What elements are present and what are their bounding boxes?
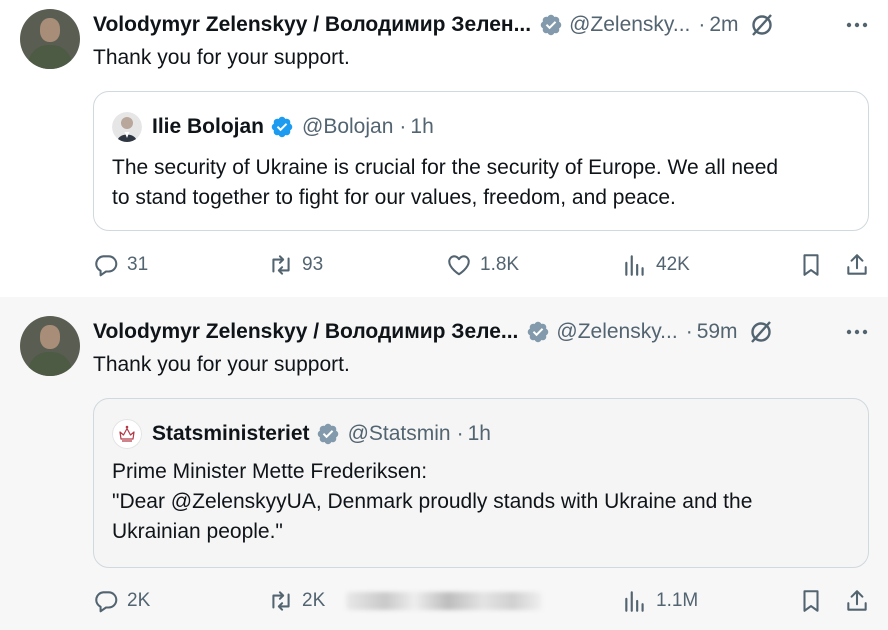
tweet-header: Volodymyr Zelenskyy / Володимир Зелен...… xyxy=(93,10,888,40)
more-icon[interactable] xyxy=(846,14,868,36)
crown-icon[interactable] xyxy=(112,419,142,449)
blurred-like-region xyxy=(346,592,542,610)
views-button[interactable]: 1.1M xyxy=(622,586,698,616)
separator: · xyxy=(685,320,693,343)
quoted-tweet-header: Statsministeriet @Statsmin · 1h xyxy=(112,419,491,449)
bookmark-icon xyxy=(803,590,819,612)
quoted-text-line: "Dear @ZelenskyyUA, Denmark proudly stan… xyxy=(112,490,753,513)
bookmark-icon xyxy=(803,254,819,276)
reply-button[interactable]: 31 xyxy=(93,250,148,280)
views-count: 1.1M xyxy=(656,590,699,611)
quoted-tweet[interactable]: Ilie Bolojan @Bolojan · 1h The security … xyxy=(93,91,869,231)
tweet[interactable]: Volodymyr Zelenskyy / Володимир Зеле... … xyxy=(0,297,888,630)
repost-button[interactable]: 2K xyxy=(268,586,325,616)
avatar[interactable] xyxy=(20,9,80,69)
quoted-author-name[interactable]: Statsministeriet xyxy=(152,422,310,446)
quoted-timestamp[interactable]: 1h xyxy=(468,422,491,446)
tweet-header: Volodymyr Zelenskyy / Володимир Зеле... … xyxy=(93,317,888,347)
share-icon xyxy=(847,254,867,275)
separator: · xyxy=(698,13,706,36)
views-icon xyxy=(625,591,644,612)
reply-icon xyxy=(95,591,118,613)
repost-button[interactable]: 93 xyxy=(268,250,323,280)
verified-badge-icon[interactable] xyxy=(316,422,340,446)
quoted-timestamp[interactable]: 1h xyxy=(410,115,433,139)
like-icon xyxy=(448,255,470,276)
repost-icon xyxy=(272,255,290,275)
action-bar: 31 93 1.8K 42K xyxy=(0,250,888,280)
views-button[interactable]: 42K xyxy=(622,250,690,280)
action-bar: 2K 2K 1.1M xyxy=(0,586,888,616)
repost-count: 2K xyxy=(302,590,326,611)
quoted-author-handle[interactable]: @Statsmin xyxy=(348,422,451,446)
author-handle[interactable]: @Zelensky... xyxy=(556,320,677,344)
reply-button[interactable]: 2K xyxy=(93,586,150,616)
verified-badge-icon[interactable] xyxy=(526,320,550,344)
share-button[interactable] xyxy=(844,586,870,616)
timestamp[interactable]: 2m xyxy=(709,13,738,37)
quoted-text-line: The security of Ukraine is crucial for t… xyxy=(112,156,779,179)
bookmark-button[interactable] xyxy=(798,250,824,280)
quoted-author-handle[interactable]: @Bolojan xyxy=(302,115,393,139)
reply-icon xyxy=(95,255,118,277)
quoted-author-name[interactable]: Ilie Bolojan xyxy=(152,115,264,139)
quoted-author-avatar[interactable] xyxy=(112,112,142,142)
tweet[interactable]: Volodymyr Zelenskyy / Володимир Зелен...… xyxy=(0,0,888,297)
quoted-text-line: to stand together to fight for our value… xyxy=(112,186,676,209)
repost-count: 93 xyxy=(302,254,324,275)
timestamp[interactable]: 59m xyxy=(697,320,738,344)
share-icon xyxy=(847,590,867,611)
repost-icon xyxy=(272,591,290,611)
views-icon xyxy=(625,255,644,276)
quoted-tweet[interactable]: Statsministeriet @Statsmin · 1h Prime Mi… xyxy=(93,398,869,568)
tweet-text: Thank you for your support. xyxy=(93,46,350,69)
quoted-text-line: Prime Minister Mette Frederiksen: xyxy=(112,460,428,483)
views-count: 42K xyxy=(656,254,690,275)
avatar[interactable] xyxy=(20,316,80,376)
separator: · xyxy=(399,115,407,138)
bookmark-button[interactable] xyxy=(798,586,824,616)
grok-icon[interactable] xyxy=(748,319,774,345)
author-handle[interactable]: @Zelensky... xyxy=(569,13,690,37)
like-button[interactable]: 1.8K xyxy=(446,250,519,280)
verified-badge-icon[interactable] xyxy=(539,13,563,37)
reply-count: 31 xyxy=(127,254,149,275)
reply-count: 2K xyxy=(127,590,151,611)
quoted-tweet-header: Ilie Bolojan @Bolojan · 1h xyxy=(112,112,434,142)
like-count: 1.8K xyxy=(480,254,520,275)
grok-icon[interactable] xyxy=(749,12,775,38)
share-button[interactable] xyxy=(844,250,870,280)
author-name[interactable]: Volodymyr Zelenskyy / Володимир Зелен... xyxy=(93,13,531,37)
tweet-text: Thank you for your support. xyxy=(93,353,350,376)
quoted-text-line: Ukrainian people." xyxy=(112,520,283,543)
separator: · xyxy=(456,422,464,445)
more-icon[interactable] xyxy=(846,321,868,343)
verified-badge-icon[interactable] xyxy=(270,115,294,139)
author-name[interactable]: Volodymyr Zelenskyy / Володимир Зеле... xyxy=(93,320,518,344)
